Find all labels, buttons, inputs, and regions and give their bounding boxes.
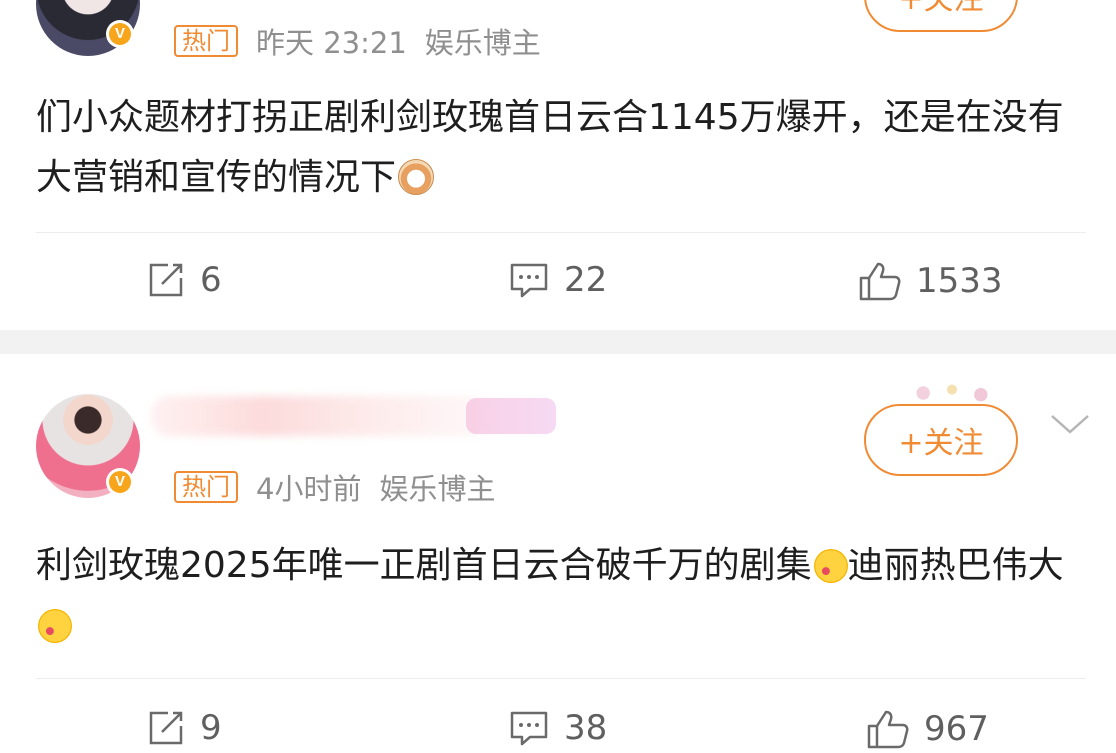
like-button[interactable]: 967: [866, 708, 989, 750]
comment-icon: [510, 711, 548, 746]
follow-button[interactable]: +关注: [864, 0, 1018, 32]
comment-count: 38: [564, 708, 608, 748]
repost-button[interactable]: 6: [146, 260, 222, 300]
verified-badge-icon: V: [106, 20, 134, 48]
post-meta: 热门 昨天 23:21 娱乐博主: [174, 20, 541, 62]
comment-button[interactable]: 22: [508, 260, 607, 300]
thumbs-up-icon: [867, 710, 909, 749]
comment-count: 22: [564, 260, 608, 300]
repost-icon: [149, 263, 183, 297]
post-content: 们小众题材打拐正剧利剑玫瑰首日云合1145万爆开，还是在没有大营销和宣传的情况下: [36, 97, 1064, 198]
feed-post-1: V 热门 昨天 23:21 娱乐博主 +关注 们小众题材打拐正剧利剑玫瑰首日云合…: [0, 0, 1116, 330]
feed-post-2: V 热门 4小时前 娱乐博主 +关注 利剑玫瑰2025年唯一正剧首日云合破千万的…: [0, 354, 1116, 753]
divider: [36, 678, 1086, 679]
comment-icon: [510, 263, 548, 298]
verified-badge-icon: V: [106, 468, 134, 496]
like-count: 1533: [916, 261, 1003, 301]
repost-count: 9: [200, 708, 222, 748]
post-time: 昨天 23:21: [256, 26, 407, 60]
repost-count: 6: [200, 260, 222, 300]
like-button[interactable]: 1533: [858, 260, 1003, 302]
hot-tag: 热门: [174, 471, 238, 503]
follow-button[interactable]: +关注: [864, 404, 1018, 476]
post-content: 利剑玫瑰2025年唯一正剧首日云合破千万的剧集 迪丽热巴伟大: [36, 536, 1086, 656]
thumbs-up-icon: [859, 262, 901, 301]
repost-button[interactable]: 9: [146, 708, 222, 748]
cat-emoji: [398, 159, 435, 195]
comment-button[interactable]: 38: [508, 708, 607, 748]
hot-tag: 热门: [174, 25, 238, 57]
repost-icon: [149, 711, 183, 745]
divider: [36, 232, 1086, 233]
kiss-emoji: [38, 609, 72, 643]
author-category: 娱乐博主: [424, 26, 541, 60]
blurred-username: [150, 396, 490, 436]
more-options-button[interactable]: [1048, 406, 1092, 442]
author-category: 娱乐博主: [379, 472, 496, 506]
like-count: 967: [924, 709, 989, 749]
kiss-emoji: [813, 549, 848, 583]
post-meta: 热门 4小时前 娱乐博主: [174, 466, 495, 508]
chevron-down-icon: [1051, 415, 1089, 434]
feed-separator: [0, 330, 1116, 354]
decorative-badge: [466, 398, 556, 434]
post-time: 4小时前: [256, 472, 362, 506]
